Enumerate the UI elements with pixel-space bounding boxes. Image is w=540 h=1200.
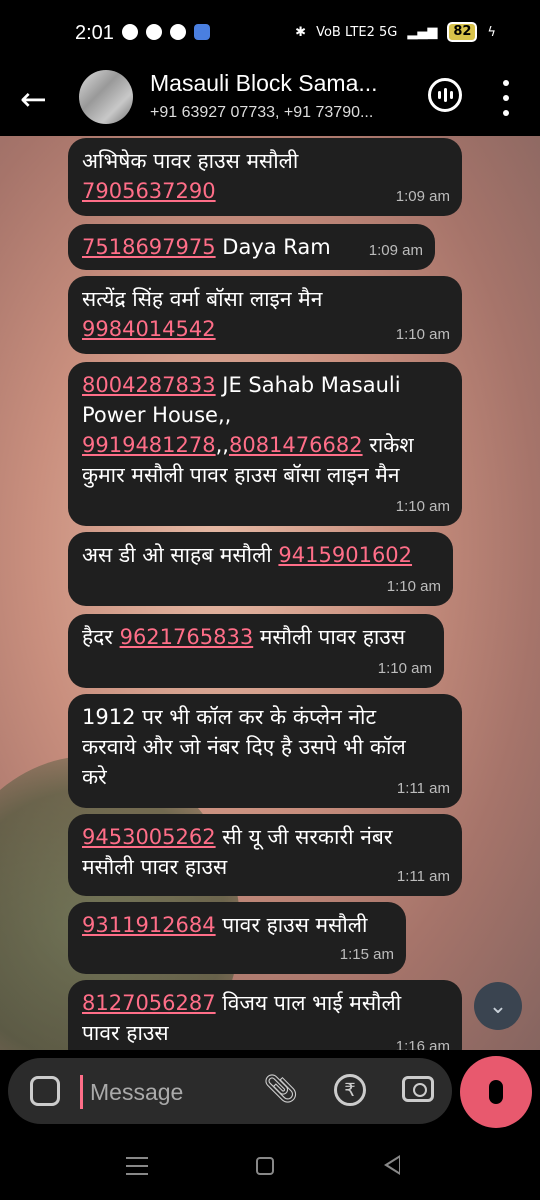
voice-call-icon[interactable] bbox=[428, 78, 462, 112]
network-label: VoB LTE2 5G bbox=[316, 24, 398, 40]
message-time: 1:10 am bbox=[386, 578, 441, 595]
rupee-payment-icon[interactable]: ₹ bbox=[334, 1074, 366, 1106]
chat-participants[interactable]: +91 63927 07733, +91 73790... bbox=[150, 104, 373, 122]
phone-link[interactable]: 9984014542 bbox=[82, 317, 216, 341]
status-bar: 2:01 ✱ VoB LTE2 5G ▂▄▆ 82 ϟ bbox=[0, 0, 540, 62]
more-options-icon[interactable] bbox=[500, 80, 512, 116]
charging-icon: ϟ bbox=[487, 24, 496, 40]
message-composer: 📎︎ ₹ bbox=[0, 1050, 540, 1135]
home-icon[interactable] bbox=[256, 1157, 274, 1175]
scroll-to-bottom-button[interactable]: ⌄ bbox=[474, 982, 522, 1030]
facebook-icon bbox=[170, 24, 186, 40]
chat-title[interactable]: Masauli Block Sama... bbox=[150, 70, 378, 97]
recent-apps-icon[interactable] bbox=[126, 1157, 148, 1175]
message-time: 1:10 am bbox=[395, 326, 450, 343]
system-navigation-bar bbox=[0, 1135, 540, 1200]
message-time: 1:10 am bbox=[377, 660, 432, 677]
bluetooth-icon: ✱ bbox=[295, 24, 307, 40]
notification-icons bbox=[122, 24, 210, 40]
back-arrow-icon[interactable]: ← bbox=[20, 80, 47, 118]
voice-message-button[interactable] bbox=[460, 1056, 532, 1128]
message-time: 1:09 am bbox=[368, 242, 423, 259]
signal-icon: ▂▄▆ bbox=[407, 24, 438, 40]
message-bubble[interactable]: 7518697975 Daya Ram 1:09 am bbox=[68, 224, 435, 270]
message-bubble[interactable]: 9453005262 सी यू जी सरकारी नंबर मसौली पा… bbox=[68, 814, 462, 896]
message-bubble[interactable]: सत्येंद्र सिंह वर्मा बॉसा लाइन मैन 99840… bbox=[68, 276, 462, 354]
message-time: 1:16 am bbox=[395, 1038, 450, 1050]
message-bubble[interactable]: 9311912684 पावर हाउस मसौली 1:15 am bbox=[68, 902, 406, 974]
message-time: 1:10 am bbox=[395, 498, 450, 515]
phone-link[interactable]: 8004287833 bbox=[82, 373, 216, 397]
phone-link[interactable]: 9311912684 bbox=[82, 913, 216, 937]
message-time: 1:11 am bbox=[396, 868, 450, 885]
snapchat-icon bbox=[122, 24, 138, 40]
message-time: 1:15 am bbox=[339, 946, 394, 963]
message-time: 1:09 am bbox=[395, 188, 450, 205]
battery-indicator: 82 bbox=[447, 22, 478, 42]
phone-link[interactable]: 8081476682 bbox=[229, 433, 363, 457]
message-list[interactable]: अभिषेक पावर हाउस मसौली 7905637290 1:09 a… bbox=[0, 136, 540, 1050]
message-time: 1:11 am bbox=[396, 780, 450, 797]
message-bubble[interactable]: 8127056287 विजय पाल भाई मसौली पावर हाउस … bbox=[68, 980, 462, 1050]
phone-link[interactable]: 9919481278 bbox=[82, 433, 216, 457]
text-cursor bbox=[80, 1075, 83, 1109]
chevron-double-down-icon: ⌄ bbox=[488, 993, 508, 1019]
message-bubble[interactable]: अस डी ओ साहब मसौली 9415901602 1:10 am bbox=[68, 532, 453, 606]
chat-icon bbox=[146, 24, 162, 40]
phone-link[interactable]: 8127056287 bbox=[82, 991, 216, 1015]
phone-link[interactable]: 7905637290 bbox=[82, 179, 216, 203]
sticker-icon[interactable] bbox=[30, 1076, 60, 1106]
nav-back-icon[interactable] bbox=[384, 1155, 400, 1175]
message-bubble[interactable]: 1912 पर भी कॉल कर के कंप्लेन नोट करवाये … bbox=[68, 694, 462, 808]
phone-link[interactable]: 9415901602 bbox=[278, 543, 412, 567]
phone-link[interactable]: 7518697975 bbox=[82, 235, 216, 259]
message-bubble[interactable]: 8004287833 JE Sahab Masauli Power House,… bbox=[68, 362, 462, 526]
microphone-icon bbox=[489, 1080, 503, 1104]
phone-link[interactable]: 9453005262 bbox=[82, 825, 216, 849]
message-bubble[interactable]: हैदर 9621765833 मसौली पावर हाउस 1:10 am bbox=[68, 614, 444, 688]
message-bubble[interactable]: अभिषेक पावर हाउस मसौली 7905637290 1:09 a… bbox=[68, 138, 462, 216]
group-avatar[interactable] bbox=[79, 70, 133, 124]
camera-icon[interactable] bbox=[402, 1076, 434, 1102]
paperclip-icon[interactable]: 📎︎ bbox=[263, 1072, 299, 1105]
system-icons: ✱ VoB LTE2 5G ▂▄▆ 82 ϟ bbox=[295, 22, 496, 42]
phone-link[interactable]: 9621765833 bbox=[120, 625, 254, 649]
message-input[interactable] bbox=[88, 1072, 252, 1112]
message-input-container[interactable]: 📎︎ ₹ bbox=[8, 1058, 452, 1124]
app-icon bbox=[194, 24, 210, 40]
status-time: 2:01 bbox=[75, 22, 114, 44]
chat-header: ← Masauli Block Sama... +91 63927 07733,… bbox=[0, 62, 540, 136]
